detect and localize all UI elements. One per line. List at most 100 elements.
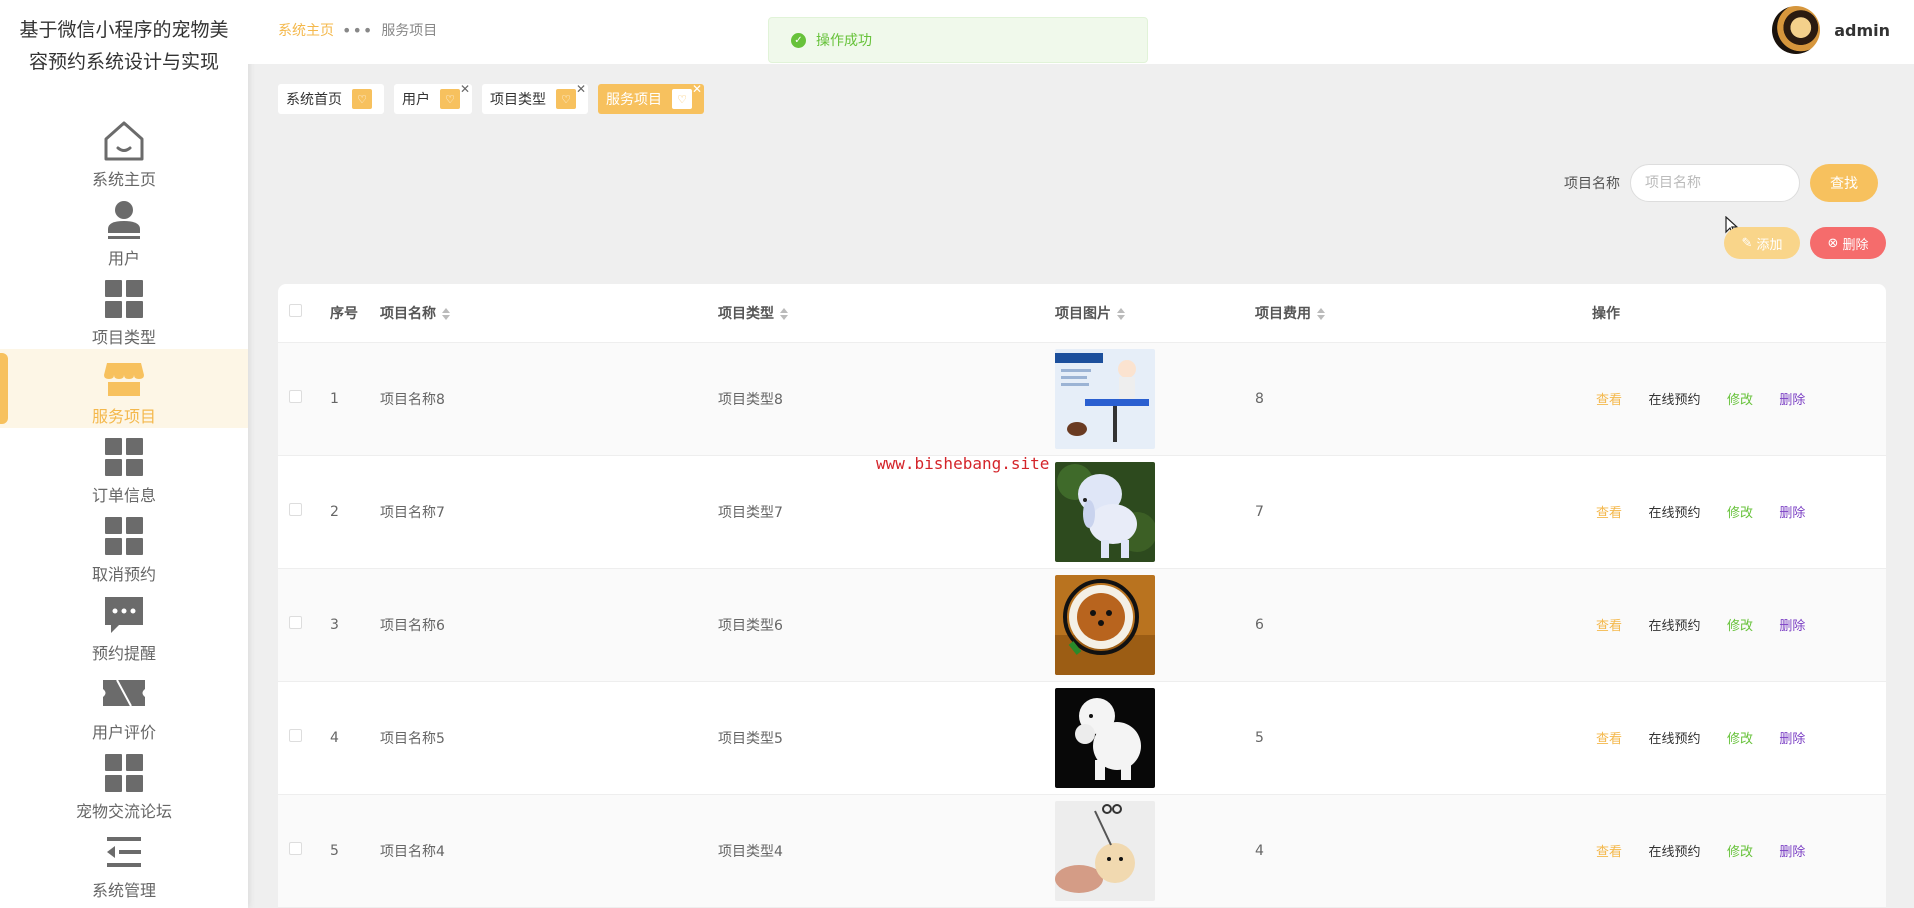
sidebar-item-label: 系统主页 — [91, 170, 156, 189]
menu-list-icon — [101, 829, 147, 875]
project-image[interactable] — [1055, 687, 1155, 788]
delete-button-label: 删除 — [1842, 237, 1869, 253]
batch-delete-button[interactable]: ⊗ 删除 — [1810, 227, 1886, 259]
sort-icon[interactable] — [1117, 307, 1125, 320]
sidebar-item-home[interactable]: 系统主页 — [0, 112, 248, 191]
cell-type: 项目类型5 — [718, 730, 783, 747]
close-icon[interactable]: ✕ — [576, 82, 586, 96]
user-menu[interactable]: admin — [1772, 6, 1890, 54]
cell-name: 项目名称7 — [380, 504, 445, 521]
project-image[interactable] — [1055, 348, 1155, 449]
delete-link[interactable]: 删除 — [1779, 732, 1805, 747]
breadcrumb-home[interactable]: 系统主页 — [278, 20, 334, 40]
view-link[interactable]: 查看 — [1596, 845, 1622, 860]
grid-icon — [101, 434, 147, 480]
column-header-sortable[interactable]: 项目费用 — [1255, 284, 1592, 343]
app-title: 基于微信小程序的宠物美容预约系统设计与实现 — [19, 19, 229, 73]
delete-link[interactable]: 删除 — [1779, 506, 1805, 521]
edit-link[interactable]: 修改 — [1727, 393, 1753, 408]
search-bar: 项目名称 查找 — [1564, 164, 1878, 202]
book-online-link[interactable]: 在线预约 — [1648, 506, 1700, 521]
row-checkbox[interactable] — [289, 390, 302, 403]
row-checkbox[interactable] — [289, 503, 302, 516]
cell-index: 3 — [330, 616, 339, 633]
sidebar-item-orders[interactable]: 订单信息 — [0, 428, 248, 507]
cell-fee: 6 — [1255, 616, 1264, 633]
data-table: 序号 项目名称 项目类型 项目图片 项目费用 操作 1 项目名称8 项目类型8 … — [278, 284, 1886, 908]
table-row: 4 项目名称5 项目类型5 5 查看 在线预约 修改 删除 — [278, 681, 1886, 794]
sidebar-item-forum[interactable]: 宠物交流论坛 — [0, 744, 248, 823]
table-header-row: 序号 项目名称 项目类型 项目图片 项目费用 操作 — [278, 284, 1886, 343]
username[interactable]: admin — [1834, 21, 1890, 40]
sidebar-item-user[interactable]: 用户 — [0, 191, 248, 270]
book-online-link[interactable]: 在线预约 — [1648, 845, 1700, 860]
cell-type: 项目类型4 — [718, 843, 783, 860]
tag-label: 服务项目 — [606, 92, 662, 108]
tag-user[interactable]: 用户 ♡ ✕ — [394, 82, 472, 114]
close-icon[interactable]: ✕ — [460, 82, 470, 96]
delete-link[interactable]: 删除 — [1779, 393, 1805, 408]
cell-fee: 5 — [1255, 729, 1264, 746]
cell-name: 项目名称4 — [380, 843, 445, 860]
view-link[interactable]: 查看 — [1596, 732, 1622, 747]
cell-type: 项目类型6 — [718, 617, 783, 634]
book-online-link[interactable]: 在线预约 — [1648, 619, 1700, 634]
cell-type: 项目类型8 — [718, 391, 783, 408]
edit-link[interactable]: 修改 — [1727, 506, 1753, 521]
row-checkbox[interactable] — [289, 616, 302, 629]
cell-index: 2 — [330, 503, 339, 520]
tag-label: 系统首页 — [286, 92, 342, 108]
sidebar-item-review[interactable]: 用户评价 — [0, 665, 248, 744]
chat-icon — [101, 592, 147, 638]
view-link[interactable]: 查看 — [1596, 393, 1622, 408]
tag-home[interactable]: 系统首页 ♡ — [278, 84, 384, 114]
column-header-sortable[interactable]: 项目图片 — [1055, 284, 1255, 343]
sidebar-item-reminder[interactable]: 预约提醒 — [0, 586, 248, 665]
tag-project-type[interactable]: 项目类型 ♡ ✕ — [482, 82, 588, 114]
add-button-label: 添加 — [1756, 237, 1783, 253]
column-header-sortable[interactable]: 项目名称 — [380, 284, 718, 343]
breadcrumb-current: 服务项目 — [381, 23, 438, 39]
column-header-label: 项目费用 — [1255, 305, 1311, 322]
cell-name: 项目名称6 — [380, 617, 445, 634]
sidebar-item-system[interactable]: 系统管理 — [0, 823, 248, 902]
book-online-link[interactable]: 在线预约 — [1648, 732, 1700, 747]
edit-link[interactable]: 修改 — [1727, 732, 1753, 747]
toast-message: 操作成功 — [816, 33, 872, 49]
cell-fee: 4 — [1255, 842, 1264, 859]
sidebar-item-service[interactable]: 服务项目 — [0, 349, 248, 428]
search-input[interactable] — [1630, 164, 1800, 202]
column-header-label: 项目类型 — [718, 305, 774, 322]
project-image[interactable] — [1055, 800, 1155, 901]
breadcrumb: 系统主页 ••• 服务项目 — [278, 20, 437, 40]
sidebar-item-cancel[interactable]: 取消预约 — [0, 507, 248, 586]
project-image[interactable] — [1055, 574, 1155, 675]
table-row: 1 项目名称8 项目类型8 8 查看 在线预约 修改 删除 — [278, 342, 1886, 455]
sort-icon[interactable] — [442, 307, 450, 320]
sidebar-item-label: 预约提醒 — [91, 644, 156, 663]
cell-name: 项目名称5 — [380, 730, 445, 747]
project-image[interactable] — [1055, 461, 1155, 562]
edit-link[interactable]: 修改 — [1727, 845, 1753, 860]
grid-icon — [101, 276, 147, 322]
sort-icon[interactable] — [1317, 307, 1325, 320]
column-header-sortable[interactable]: 项目类型 — [718, 284, 1055, 343]
home-icon — [101, 118, 147, 164]
avatar[interactable] — [1772, 6, 1821, 54]
sidebar-item-project-type[interactable]: 项目类型 — [0, 270, 248, 349]
tag-service[interactable]: 服务项目 ♡ ✕ — [598, 82, 704, 114]
cell-fee: 8 — [1255, 390, 1264, 407]
book-online-link[interactable]: 在线预约 — [1648, 393, 1700, 408]
delete-link[interactable]: 删除 — [1779, 845, 1805, 860]
select-all-checkbox[interactable] — [289, 304, 302, 318]
row-checkbox[interactable] — [289, 842, 302, 855]
row-checkbox[interactable] — [289, 729, 302, 742]
view-link[interactable]: 查看 — [1596, 619, 1622, 634]
close-icon[interactable]: ✕ — [692, 82, 702, 96]
edit-link[interactable]: 修改 — [1727, 619, 1753, 634]
delete-link[interactable]: 删除 — [1779, 619, 1805, 634]
view-link[interactable]: 查看 — [1596, 506, 1622, 521]
add-button[interactable]: ✎ 添加 — [1724, 227, 1800, 259]
search-button[interactable]: 查找 — [1810, 164, 1878, 202]
sort-icon[interactable] — [780, 307, 788, 320]
